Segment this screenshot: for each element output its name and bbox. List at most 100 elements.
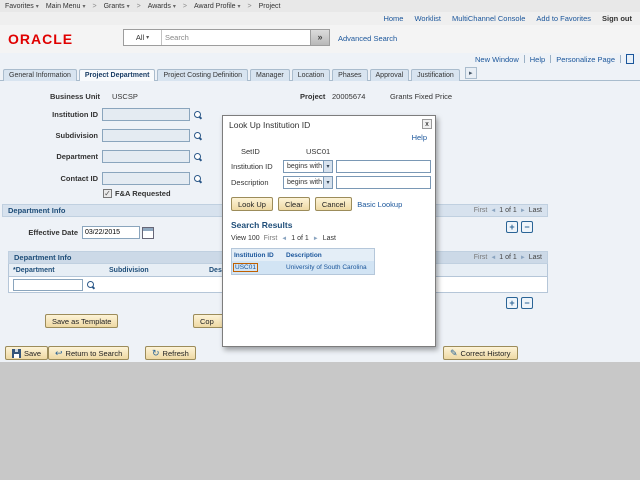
prev-page-icon[interactable] — [490, 207, 496, 214]
advanced-search-link[interactable]: Advanced Search — [338, 34, 397, 43]
breadcrumb-label: Grants — [103, 2, 125, 10]
department-row: Department — [0, 150, 203, 163]
results-column-institution-id: Institution ID — [234, 251, 274, 259]
contact-id-lookup-icon[interactable] — [193, 174, 203, 184]
view-100-link[interactable]: View 100 — [231, 235, 260, 242]
effective-date-row: Effective Date — [20, 226, 154, 239]
correct-history-button[interactable]: Correct History — [443, 346, 518, 360]
cancel-label: Cancel — [321, 199, 346, 209]
description-search-input[interactable] — [336, 176, 431, 189]
tab-project-costing-definition[interactable]: Project Costing Definition — [157, 69, 249, 81]
worklist-link[interactable]: Worklist — [414, 14, 441, 23]
save-as-template-button[interactable]: Save as Template — [45, 314, 119, 328]
result-description-link[interactable]: University of South Carolina — [286, 264, 367, 271]
calendar-icon[interactable] — [142, 226, 154, 239]
fa-requested-checkbox[interactable] — [103, 189, 112, 198]
breadcrumb-awards[interactable]: Awards — [148, 3, 176, 10]
help-link[interactable]: Help — [530, 55, 545, 64]
department-input[interactable] — [102, 150, 190, 163]
grid-department-input[interactable] — [13, 278, 83, 291]
breadcrumb-separator: > — [247, 2, 252, 10]
breadcrumb-grants[interactable]: Grants — [104, 3, 130, 10]
setid-label: SetID — [241, 147, 260, 156]
tab-approval[interactable]: Approval — [369, 69, 410, 81]
modal-description-label: Description — [231, 178, 269, 187]
modal-title: Look Up Institution ID — [229, 120, 311, 130]
refresh-button[interactable]: Refresh — [145, 346, 196, 360]
institution-id-operator-select[interactable]: begins with — [283, 160, 333, 173]
breadcrumb-main-menu[interactable]: Main Menu — [46, 3, 86, 10]
cancel-button[interactable]: Cancel — [314, 197, 353, 211]
tab-project-department[interactable]: Project Department — [78, 69, 156, 81]
breadcrumb-label: Award Profile — [194, 2, 236, 10]
close-icon[interactable]: x — [422, 119, 432, 129]
grid-delete-row-button[interactable] — [521, 297, 533, 309]
grid-pagination-last[interactable]: Last — [529, 254, 542, 261]
contact-id-label: Contact ID — [60, 174, 99, 183]
tab-general-information[interactable]: General Information — [3, 69, 77, 81]
subdivision-input[interactable] — [102, 129, 190, 142]
add-row-button[interactable] — [506, 221, 518, 233]
search-scope-dropdown[interactable]: All — [124, 30, 162, 45]
search-scope-value: All — [135, 33, 145, 42]
pagination-first[interactable]: First — [474, 207, 488, 214]
copy-page-icon[interactable] — [626, 54, 634, 64]
institution-id-lookup-icon[interactable] — [193, 110, 203, 120]
results-prev-icon[interactable] — [281, 235, 287, 242]
refresh-label: Refresh — [162, 348, 189, 358]
results-last[interactable]: Last — [323, 235, 336, 242]
modal-help-link[interactable]: Help — [412, 133, 427, 142]
search-go-button[interactable]: » — [310, 30, 329, 45]
grid-pagination-first[interactable]: First — [474, 254, 488, 261]
grid-add-row-button[interactable] — [506, 297, 518, 309]
save-button[interactable]: Save — [5, 346, 49, 360]
result-institution-id-link[interactable]: USC01 — [233, 263, 258, 272]
results-next-icon[interactable] — [313, 235, 319, 242]
breadcrumb-project[interactable]: Project — [259, 3, 283, 10]
return-to-search-button[interactable]: Return to Search — [48, 346, 130, 360]
institution-id-search-input[interactable] — [336, 160, 431, 173]
breadcrumb-separator: > — [182, 2, 188, 10]
grid-next-page-icon[interactable] — [520, 254, 526, 261]
sign-out-link[interactable]: Sign out — [602, 14, 632, 23]
grid-prev-page-icon[interactable] — [490, 254, 496, 261]
basic-lookup-link[interactable]: Basic Lookup — [357, 200, 402, 209]
department-lookup-icon[interactable] — [193, 152, 203, 162]
add-to-favorites-link[interactable]: Add to Favorites — [536, 14, 591, 23]
tab-phases[interactable]: Phases — [332, 69, 368, 81]
next-page-icon[interactable] — [520, 207, 526, 214]
project-label: Project — [300, 92, 326, 101]
home-link[interactable]: Home — [383, 14, 403, 23]
grid-pagination: First 1 of 1 Last — [474, 254, 542, 261]
tab-location[interactable]: Location — [291, 69, 331, 81]
breadcrumb-award-profile[interactable]: Award Profile — [194, 3, 241, 10]
results-first[interactable]: First — [264, 235, 278, 242]
clear-button[interactable]: Clear — [277, 197, 310, 211]
breadcrumb-favorites[interactable]: Favorites — [5, 3, 39, 10]
pagination-last[interactable]: Last — [529, 207, 542, 214]
multichannel-console-link[interactable]: MultiChannel Console — [452, 14, 525, 23]
subdivision-lookup-icon[interactable] — [193, 131, 203, 141]
effective-date-input[interactable] — [82, 226, 140, 239]
breadcrumb-label: Favorites — [5, 2, 34, 10]
look-up-label: Look Up — [238, 199, 266, 209]
grid-row-add-delete-controls — [506, 297, 533, 309]
subdivision-label: Subdivision — [55, 131, 98, 140]
description-criteria-row: Description begins with — [231, 176, 431, 189]
breadcrumb-separator: > — [136, 2, 141, 10]
results-page: 1 of 1 — [291, 235, 309, 242]
look-up-button[interactable]: Look Up — [231, 197, 273, 211]
grid-department-lookup-icon[interactable] — [86, 280, 96, 290]
contact-id-input[interactable] — [102, 172, 190, 185]
tab-justification[interactable]: Justification — [411, 69, 460, 81]
row-add-delete-controls — [506, 221, 533, 233]
delete-row-button[interactable] — [521, 221, 533, 233]
tab-manager[interactable]: Manager — [250, 69, 290, 81]
new-window-link[interactable]: New Window — [475, 55, 519, 64]
personalize-page-link[interactable]: Personalize Page — [556, 55, 615, 64]
search-input[interactable] — [162, 30, 310, 45]
grid-pagination-page: 1 of 1 — [499, 254, 517, 261]
description-operator-select[interactable]: begins with — [283, 176, 333, 189]
tab-scroll-right-icon[interactable] — [464, 67, 477, 79]
institution-id-input[interactable] — [102, 108, 190, 121]
